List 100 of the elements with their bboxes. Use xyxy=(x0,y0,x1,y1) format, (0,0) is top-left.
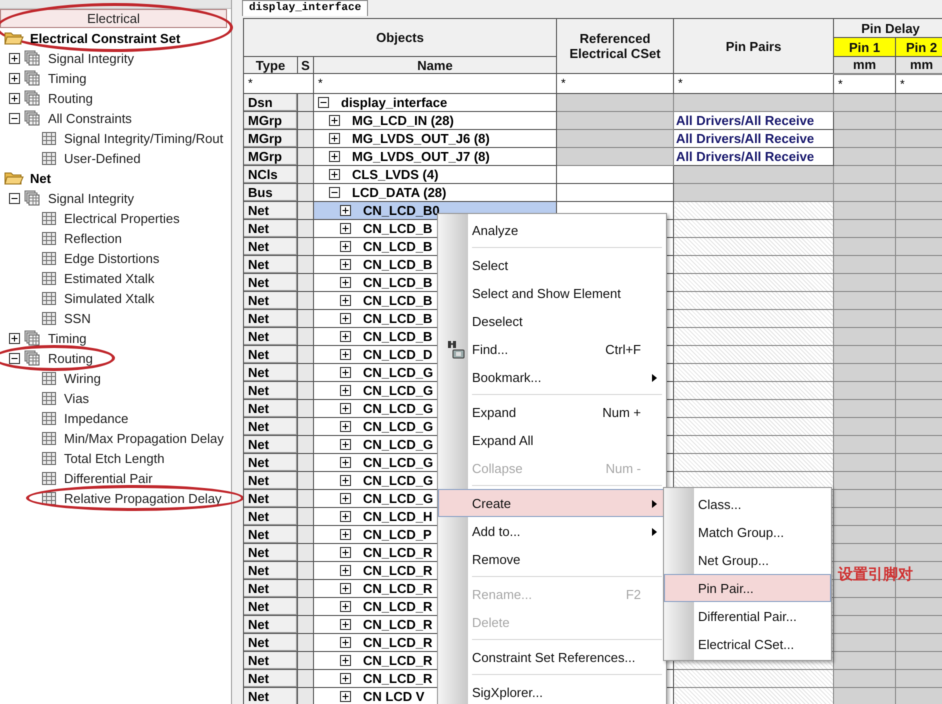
collapse-icon[interactable] xyxy=(9,352,20,364)
expand-icon[interactable] xyxy=(340,510,351,522)
filter-cell[interactable]: * xyxy=(314,74,557,93)
name-cell[interactable]: CLS_LVDS (4) xyxy=(314,165,557,183)
tree-item[interactable]: Signal Integrity xyxy=(48,190,134,206)
column-header[interactable]: Type xyxy=(244,56,298,74)
tree-item[interactable]: Vias xyxy=(64,390,90,406)
tree-item[interactable]: Wiring xyxy=(64,370,101,386)
tree-item[interactable]: Net xyxy=(30,170,51,186)
binoculars-icon xyxy=(447,340,465,360)
menu-item[interactable]: Match Group... xyxy=(664,518,831,546)
expand-icon[interactable] xyxy=(340,204,351,216)
tree-item[interactable]: All Constraints xyxy=(48,110,132,126)
expand-icon[interactable] xyxy=(340,546,351,558)
type-cell: Net xyxy=(244,489,298,507)
tree-item[interactable]: Electrical Properties xyxy=(64,210,180,226)
filter-cell[interactable]: * xyxy=(244,74,314,93)
expand-icon[interactable] xyxy=(340,474,351,486)
expand-icon[interactable] xyxy=(340,690,351,702)
expand-icon[interactable] xyxy=(340,330,351,342)
name-cell[interactable]: MG_LVDS_OUT_J6 (8) xyxy=(314,129,557,147)
filter-cell[interactable]: * xyxy=(674,74,834,93)
grid-icon xyxy=(42,312,56,324)
tree-item[interactable]: User-Defined xyxy=(64,150,141,166)
menu-item[interactable]: Pin Pair... xyxy=(664,574,831,602)
expand-icon[interactable] xyxy=(9,332,20,344)
expand-icon[interactable] xyxy=(340,654,351,666)
collapse-icon[interactable] xyxy=(9,192,20,204)
menu-item[interactable]: Net Group... xyxy=(664,546,831,574)
name-cell[interactable]: LCD_DATA (28) xyxy=(314,183,557,201)
expand-icon[interactable] xyxy=(340,384,351,396)
tree-item[interactable]: Routing xyxy=(48,90,93,106)
menu-item[interactable]: Class... xyxy=(664,490,831,518)
expand-icon[interactable] xyxy=(340,402,351,414)
tree-item[interactable]: Impedance xyxy=(64,410,128,426)
folder-icon[interactable] xyxy=(4,31,24,45)
expand-icon[interactable] xyxy=(340,240,351,252)
name-cell[interactable]: display_interface xyxy=(314,93,557,111)
expand-icon[interactable] xyxy=(340,528,351,540)
type-cell: Net xyxy=(244,273,298,291)
expand-icon[interactable] xyxy=(340,564,351,576)
tree-item[interactable]: Total Etch Length xyxy=(64,450,164,466)
column-header[interactable]: Pin Pairs xyxy=(674,18,834,74)
expand-icon[interactable] xyxy=(340,636,351,648)
column-header[interactable]: Pin 2 xyxy=(896,38,942,56)
collapse-icon[interactable] xyxy=(318,96,329,108)
tree-item[interactable]: Simulated Xtalk xyxy=(64,290,154,306)
collapse-icon[interactable] xyxy=(329,186,340,198)
expand-icon[interactable] xyxy=(340,366,351,378)
expand-icon[interactable] xyxy=(340,222,351,234)
expand-icon[interactable] xyxy=(340,618,351,630)
expand-icon[interactable] xyxy=(340,420,351,432)
expand-icon[interactable] xyxy=(329,132,340,144)
expand-icon[interactable] xyxy=(9,92,20,104)
column-header[interactable]: Referenced Electrical CSet xyxy=(556,18,674,74)
tree-item[interactable]: Electrical Constraint Set xyxy=(30,30,180,46)
name-cell[interactable]: MG_LVDS_OUT_J7 (8) xyxy=(314,147,557,165)
menu-item[interactable]: Electrical CSet... xyxy=(664,630,831,658)
type-cell: Bus xyxy=(244,183,298,201)
tree-item[interactable]: Edge Distortions xyxy=(64,250,160,266)
collapse-icon[interactable] xyxy=(9,112,20,124)
expand-icon[interactable] xyxy=(340,348,351,360)
folder-icon[interactable] xyxy=(4,171,24,185)
expand-icon[interactable] xyxy=(340,276,351,288)
tree-item[interactable]: Signal Integrity/Timing/Rout xyxy=(64,130,224,146)
document-tab[interactable]: display_interface xyxy=(242,0,368,16)
expand-icon[interactable] xyxy=(329,168,340,180)
grid-icon xyxy=(42,152,56,164)
tree-item[interactable]: Timing xyxy=(48,330,87,346)
tree-item[interactable]: Differential Pair xyxy=(64,470,153,486)
expand-icon[interactable] xyxy=(329,114,340,126)
tree-item[interactable]: Estimated Xtalk xyxy=(64,270,154,286)
type-cell: Net xyxy=(244,345,298,363)
expand-icon[interactable] xyxy=(340,312,351,324)
panel-tab[interactable]: Electrical xyxy=(0,9,227,28)
expand-icon[interactable] xyxy=(340,582,351,594)
tree-item[interactable]: Routing xyxy=(48,350,93,366)
expand-icon[interactable] xyxy=(340,438,351,450)
name-cell[interactable]: MG_LCD_IN (28) xyxy=(314,111,557,129)
expand-icon[interactable] xyxy=(340,294,351,306)
expand-icon[interactable] xyxy=(329,150,340,162)
expand-icon[interactable] xyxy=(340,600,351,612)
tree-item[interactable]: Min/Max Propagation Delay xyxy=(64,430,224,446)
tree-item[interactable]: Relative Propagation Delay xyxy=(64,490,222,506)
expand-icon[interactable] xyxy=(340,492,351,504)
expand-icon[interactable] xyxy=(340,456,351,468)
tree-item[interactable]: SSN xyxy=(64,310,91,326)
column-header[interactable]: Pin 1 xyxy=(834,38,896,56)
tree-item[interactable]: Timing xyxy=(48,70,87,86)
column-header[interactable]: Name xyxy=(314,56,557,74)
menu-item[interactable]: Create xyxy=(438,489,666,517)
tree-item[interactable]: Reflection xyxy=(64,230,122,246)
expand-icon[interactable] xyxy=(340,258,351,270)
expand-icon[interactable] xyxy=(340,672,351,684)
expand-icon[interactable] xyxy=(9,52,20,64)
filter-cell[interactable]: * xyxy=(556,74,674,93)
tree-item[interactable]: Signal Integrity xyxy=(48,50,134,66)
pin-pairs-cell: All Drivers/All Receive xyxy=(674,111,834,129)
expand-icon[interactable] xyxy=(9,72,20,84)
menu-item[interactable]: Differential Pair... xyxy=(664,602,831,630)
